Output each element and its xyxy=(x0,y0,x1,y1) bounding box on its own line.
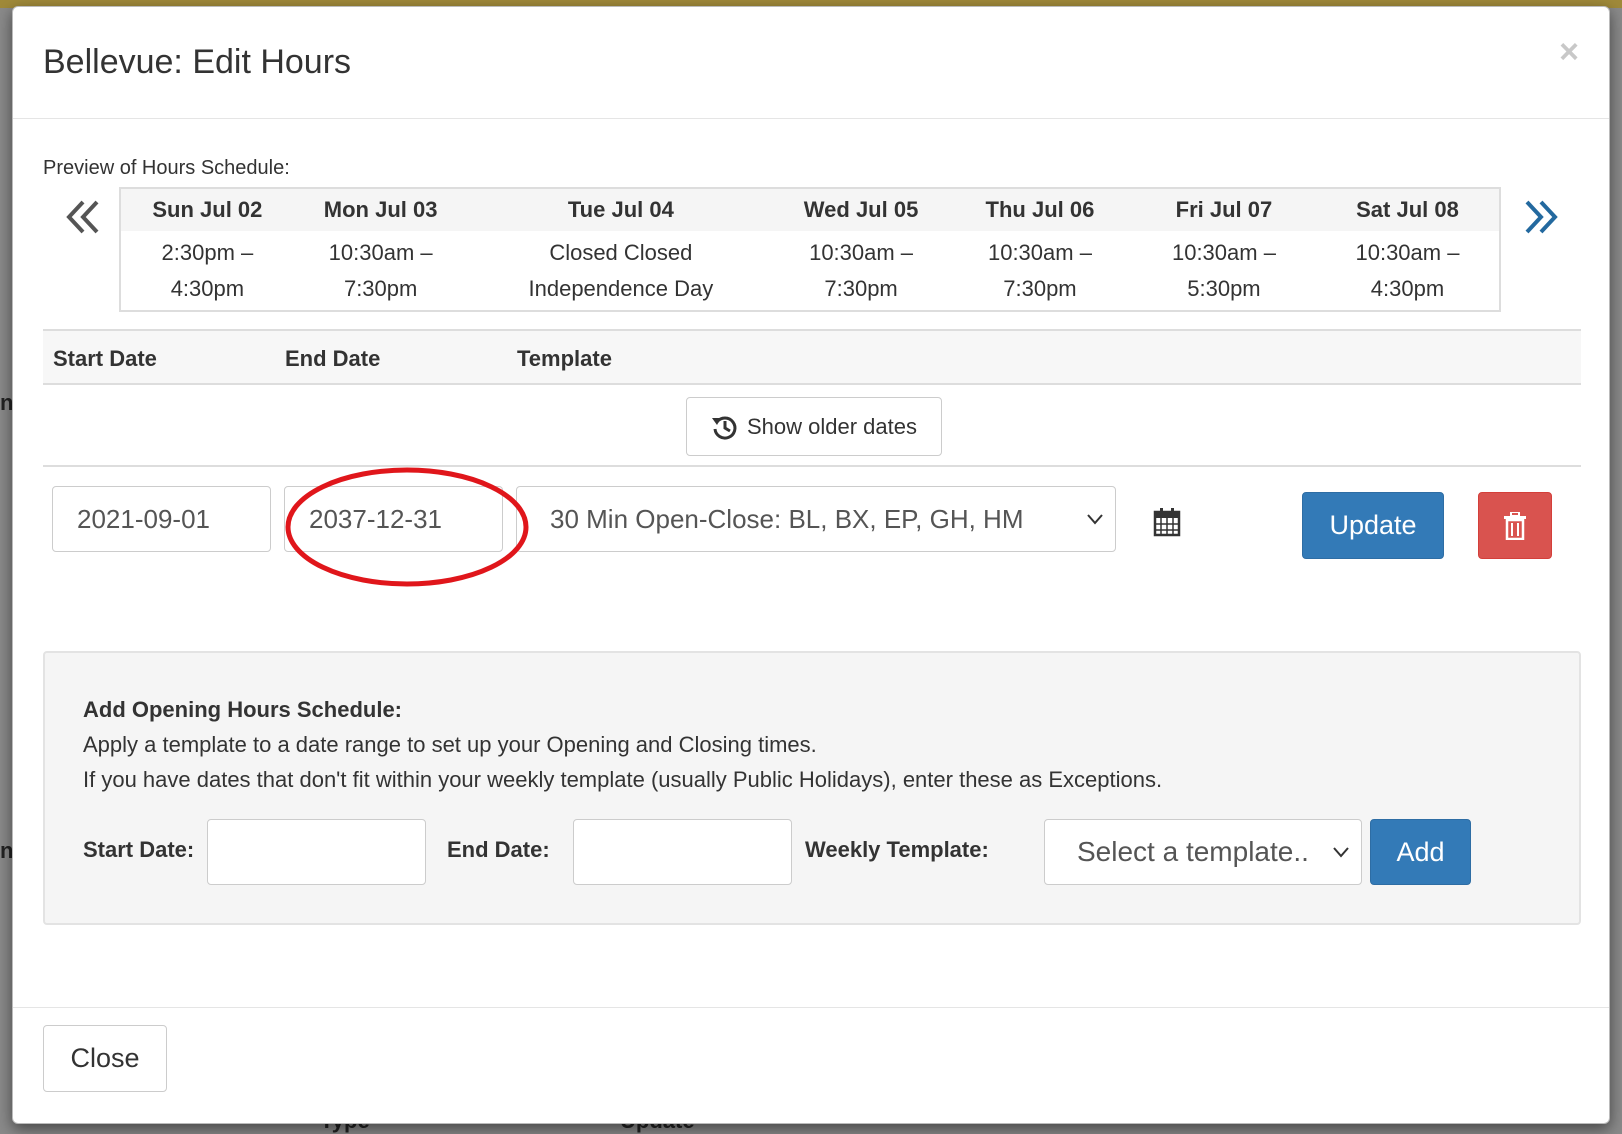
preview-day-header: Sun Jul 02 xyxy=(120,188,294,231)
hours-line-1: 10:30am – xyxy=(328,239,433,265)
preview-day-hours: 10:30am – 7:30pm xyxy=(948,231,1132,311)
close-icon[interactable]: × xyxy=(1559,35,1579,69)
show-older-dates-button[interactable]: Show older dates xyxy=(686,397,942,456)
preview-day-header: Sat Jul 08 xyxy=(1315,188,1500,231)
delete-button[interactable] xyxy=(1478,492,1552,559)
add-start-date-label: Start Date: xyxy=(83,837,195,862)
preview-day-header: Thu Jul 06 xyxy=(947,188,1132,231)
preview-day-hours: 10:30am – 7:30pm xyxy=(294,231,468,311)
weekly-template-placeholder: Select a template.. xyxy=(1077,836,1309,867)
preview-day-hours: 10:30am – 5:30pm xyxy=(1132,231,1316,311)
hours-line-1: Closed Closed xyxy=(549,239,693,265)
add-start-date-input[interactable] xyxy=(207,819,426,885)
preview-header-row: Sun Jul 02 Mon Jul 03 Tue Jul 04 Wed Jul… xyxy=(120,188,1500,231)
preview-day-header: Wed Jul 05 xyxy=(774,188,948,231)
add-schedule-panel: Add Opening Hours Schedule: Apply a temp… xyxy=(43,651,1581,925)
hours-line-1: 10:30am – xyxy=(1171,239,1276,265)
close-button[interactable]: Close xyxy=(43,1025,167,1092)
schedule-table-header: Start Date End Date Template xyxy=(43,329,1581,385)
chevron-down-icon xyxy=(1333,847,1349,858)
add-schedule-description: Apply a template to a date range to set … xyxy=(83,732,817,757)
column-header-template: Template xyxy=(517,346,612,371)
hours-line-2: 5:30pm xyxy=(1187,275,1261,301)
add-end-date-input[interactable] xyxy=(573,819,792,885)
schedule-start-date-input[interactable]: 2021-09-01 xyxy=(52,486,271,552)
preview-day-hours: 10:30am – 7:30pm xyxy=(774,231,948,311)
weekly-template-label: Weekly Template: xyxy=(805,837,989,862)
hours-line-2: 7:30pm xyxy=(343,275,418,301)
double-chevron-left-icon[interactable] xyxy=(63,192,103,242)
hours-line-2: 4:30pm xyxy=(170,275,245,301)
preview-day-hours: 2:30pm – 4:30pm xyxy=(120,231,294,311)
trash-icon xyxy=(1504,511,1526,540)
preview-day-hours: 10:30am – 4:30pm xyxy=(1316,231,1500,311)
update-button[interactable]: Update xyxy=(1302,492,1444,559)
preview-day-hours: Closed Closed Independence Day xyxy=(468,231,775,311)
hours-preview-table: Sun Jul 02 Mon Jul 03 Tue Jul 04 Wed Jul… xyxy=(119,187,1501,312)
hours-line-2: 7:30pm xyxy=(824,275,898,301)
double-chevron-right-icon[interactable] xyxy=(1521,192,1561,242)
modal-header: Bellevue: Edit Hours × xyxy=(13,7,1609,119)
template-select-value: 30 Min Open-Close: BL, BX, EP, GH, HM xyxy=(550,503,1024,534)
add-schedule-title: Add Opening Hours Schedule: xyxy=(83,697,403,722)
preview-day-header: Fri Jul 07 xyxy=(1131,188,1316,231)
history-icon xyxy=(712,416,737,440)
preview-hours-row: 2:30pm – 4:30pm 10:30am – 7:30pm Closed Cl… xyxy=(120,231,1500,311)
hours-line-2: 7:30pm xyxy=(1003,275,1077,301)
weekly-template-select[interactable]: Select a template.. xyxy=(1044,819,1362,885)
hours-line-1: 10:30am – xyxy=(987,239,1092,265)
calendar-icon[interactable] xyxy=(1153,507,1181,537)
add-schedule-note: If you have dates that don't fit within … xyxy=(83,767,1163,792)
hours-line-1: 10:30am – xyxy=(809,239,914,265)
hours-line-1: 10:30am – xyxy=(1355,239,1460,265)
hours-line-2: 4:30pm xyxy=(1370,275,1445,301)
show-older-dates-label: Show older dates xyxy=(747,413,917,439)
add-button[interactable]: Add xyxy=(1370,819,1471,885)
preview-day-header: Tue Jul 04 xyxy=(467,188,775,231)
add-end-date-label: End Date: xyxy=(447,837,550,862)
modal-title: Bellevue: Edit Hours xyxy=(43,43,352,81)
preview-label: Preview of Hours Schedule: xyxy=(43,157,290,179)
schedule-end-date-input[interactable]: 2037-12-31 xyxy=(284,486,503,552)
preview-day-header: Mon Jul 03 xyxy=(293,188,468,231)
hours-line-1: 2:30pm – xyxy=(161,239,254,265)
column-header-end-date: End Date xyxy=(285,346,381,371)
edit-hours-modal: Bellevue: Edit Hours × Preview of Hours … xyxy=(12,6,1610,1124)
hours-line-2: Independence Day xyxy=(528,275,714,301)
modal-footer: Close xyxy=(13,1007,1609,1125)
older-dates-row: Show older dates xyxy=(43,385,1581,467)
column-header-start-date: Start Date xyxy=(53,346,157,371)
chevron-down-icon xyxy=(1087,514,1103,525)
schedule-template-select[interactable]: 30 Min Open-Close: BL, BX, EP, GH, HM xyxy=(516,486,1116,552)
